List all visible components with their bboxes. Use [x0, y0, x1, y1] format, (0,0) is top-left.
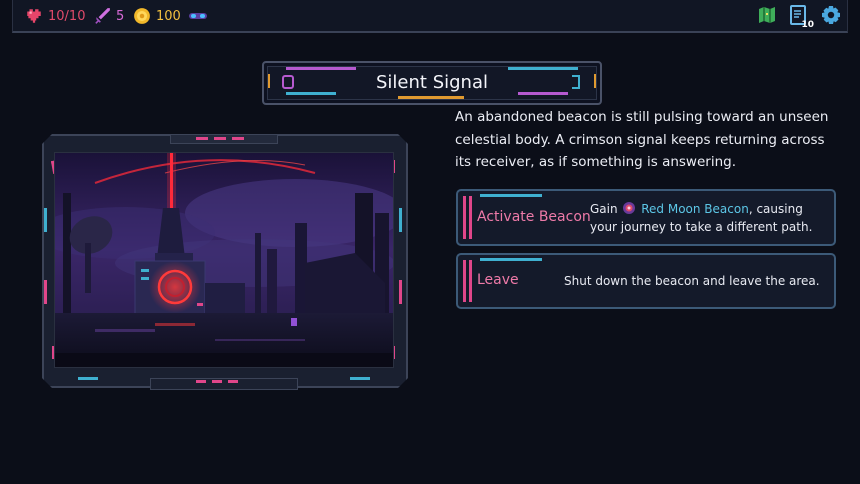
sword-icon: [95, 8, 110, 24]
goggles-icon: [189, 13, 207, 19]
choice-description: Shut down the beacon and leave the area.: [564, 274, 820, 288]
abandoned-beacon-scene: [55, 153, 393, 367]
attack-stat: 5: [93, 6, 124, 26]
frame-ornament: [44, 208, 47, 232]
heart-icon: [27, 9, 41, 23]
choice-description: Gain Red Moon Beacon, causing your journ…: [590, 200, 830, 236]
frame-ornament: [78, 377, 98, 380]
banner-ornament: [398, 96, 464, 99]
frame-ornament: [350, 377, 370, 380]
goggles-relic[interactable]: [189, 6, 207, 26]
choice-accent-line: [480, 258, 542, 261]
frame-ornament: [228, 380, 238, 383]
frame-ornament: [196, 380, 206, 383]
choice-accent-bars: [463, 260, 472, 302]
frame-bottom-tab: [150, 378, 298, 390]
frame-ornament: [232, 137, 244, 140]
hp-stat: 10/10: [25, 6, 85, 26]
event-description: An abandoned beacon is still pulsing tow…: [455, 109, 829, 170]
choice-activate-beacon[interactable]: Activate Beacon Gain Red Moon Beacon, ca…: [456, 189, 836, 246]
choice-accent-bars: [463, 196, 472, 239]
map-icon: [759, 7, 775, 23]
top-bar: 10/10 5 100 10: [12, 0, 848, 33]
settings-button[interactable]: [821, 5, 843, 27]
choice-label: Activate Beacon: [477, 209, 591, 225]
choice-accent-line: [480, 194, 542, 197]
frame-ornament: [214, 137, 226, 140]
choice-leave[interactable]: Leave Shut down the beacon and leave the…: [456, 253, 836, 309]
gold-value: 100: [156, 8, 181, 24]
banner-ornament: [508, 67, 578, 70]
deck-button[interactable]: 10: [789, 5, 814, 30]
item-name-red-moon-beacon[interactable]: Red Moon Beacon: [641, 202, 749, 216]
gear-icon: [822, 6, 840, 24]
frame-ornament: [399, 208, 402, 232]
deck-count: 10: [801, 20, 814, 30]
choice-desc-prefix: Gain: [590, 202, 622, 216]
frame-ornament: [212, 380, 222, 383]
gold-stat: 100: [133, 6, 181, 26]
map-button[interactable]: [757, 5, 779, 27]
attack-value: 5: [116, 8, 125, 24]
red-moon-beacon-icon: [623, 202, 636, 214]
frame-ornament: [399, 280, 402, 304]
event-title: Silent Signal: [376, 72, 488, 93]
event-title-banner: Silent Signal: [262, 61, 602, 105]
frame-ornament: [44, 280, 47, 304]
banner-ornament: [286, 67, 356, 70]
frame-ornament: [196, 137, 208, 140]
coin-icon: [134, 8, 150, 24]
hp-value: 10/10: [48, 8, 86, 24]
choice-label: Leave: [477, 272, 519, 288]
event-illustration: [54, 152, 394, 368]
